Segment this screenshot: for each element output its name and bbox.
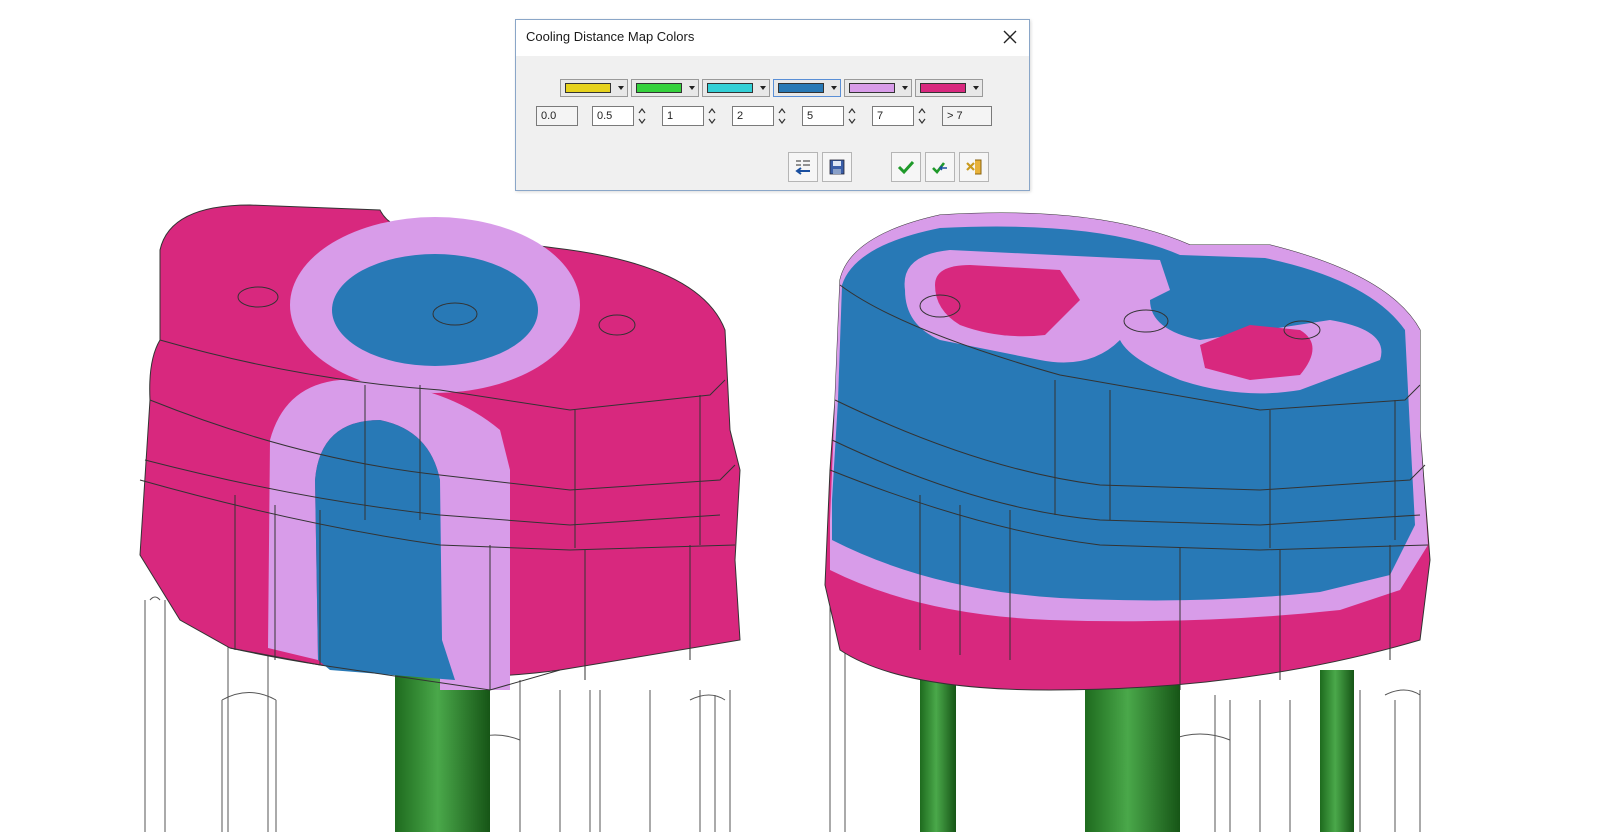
spin-arrows-icon (848, 108, 856, 124)
exit-icon (966, 159, 982, 175)
dropdown-arrow-icon (689, 86, 695, 90)
apply-icon (932, 162, 947, 174)
dropdown-arrow-icon (760, 86, 766, 90)
distance-field-2[interactable] (662, 106, 704, 126)
load-settings-button[interactable] (788, 152, 818, 182)
distance-spinner-3[interactable] (777, 106, 787, 126)
right-part-model (824, 212, 1431, 832)
distance-field-0[interactable] (536, 106, 578, 126)
cooling-distance-map-colors-dialog: Cooling Distance Map Colors (515, 19, 1030, 191)
apply-button[interactable] (925, 152, 955, 182)
distance-field-1[interactable] (592, 106, 634, 126)
save-icon (829, 159, 845, 175)
dropdown-arrow-icon (973, 86, 979, 90)
save-button[interactable] (822, 152, 852, 182)
color-chip (920, 83, 966, 93)
checkmark-icon (897, 160, 915, 175)
distance-field-3[interactable] (732, 106, 774, 126)
color-picker-6[interactable] (915, 79, 983, 97)
color-chip (565, 83, 611, 93)
ok-button[interactable] (891, 152, 921, 182)
color-chip (636, 83, 682, 93)
color-picker-1[interactable] (560, 79, 628, 97)
color-chip (778, 83, 824, 93)
color-picker-3[interactable] (702, 79, 770, 97)
distance-spinner-2[interactable] (707, 106, 717, 126)
right-cooling-pipe-3 (1320, 670, 1354, 832)
dropdown-arrow-icon (831, 86, 837, 90)
dialog-title: Cooling Distance Map Colors (526, 29, 695, 44)
dialog-titlebar[interactable]: Cooling Distance Map Colors (516, 20, 1029, 56)
color-chip (849, 83, 895, 93)
left-part-model (139, 204, 741, 832)
color-picker-5[interactable] (844, 79, 912, 97)
color-picker-4[interactable] (773, 79, 841, 97)
spin-arrows-icon (708, 108, 716, 124)
distance-field-5[interactable] (872, 106, 914, 126)
distance-field-6[interactable] (942, 106, 992, 126)
spin-arrows-icon (638, 108, 646, 124)
exit-button[interactable] (959, 152, 989, 182)
color-chip (707, 83, 753, 93)
distance-spinner-4[interactable] (847, 106, 857, 126)
dropdown-arrow-icon (902, 86, 908, 90)
close-icon (1003, 30, 1017, 44)
distance-spinner-5[interactable] (917, 106, 927, 126)
dropdown-arrow-icon (618, 86, 624, 90)
spin-arrows-icon (778, 108, 786, 124)
close-button[interactable] (997, 24, 1023, 50)
distance-field-4[interactable] (802, 106, 844, 126)
color-picker-2[interactable] (631, 79, 699, 97)
load-settings-icon (795, 160, 810, 175)
spin-arrows-icon (918, 108, 926, 124)
distance-spinner-1[interactable] (637, 106, 647, 126)
